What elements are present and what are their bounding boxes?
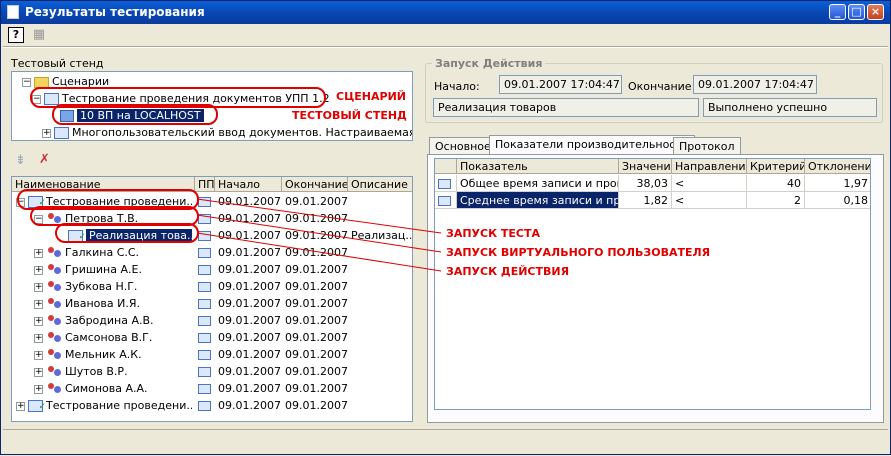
test-run-line (196, 198, 442, 234)
vu-run-line (196, 214, 442, 253)
results-window: Результаты тестирования _ □ × ? ▦ Тестов… (0, 0, 891, 455)
annotation-action-run: ЗАПУСК ДЕЙСТВИЯ (446, 265, 570, 278)
status-bar (3, 429, 888, 451)
annotation-stand: ТЕСТОВЫЙ СТЕНД (292, 109, 407, 122)
action-run-highlight (55, 223, 199, 243)
annotation-vu-run: ЗАПУСК ВИРТУАЛЬНОГО ПОЛЬЗОВАТЕЛЯ (446, 246, 711, 259)
annotation-test-run: ЗАПУСК ТЕСТА (446, 227, 541, 240)
action-run-line (196, 232, 442, 272)
annotation-scenario: СЦЕНАРИЙ (336, 90, 406, 103)
